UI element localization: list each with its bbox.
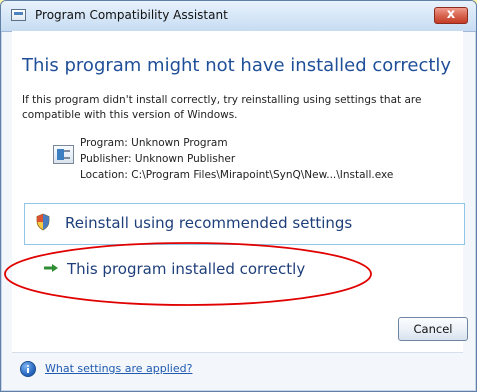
settings-help-link[interactable]: What settings are applied? bbox=[45, 362, 192, 375]
program-name: Program: Unknown Program bbox=[80, 137, 228, 149]
description-text: If this program didn't install correctly… bbox=[22, 94, 422, 121]
window-title: Program Compatibility Assistant bbox=[35, 8, 228, 22]
program-details: Program: Unknown Program Publisher: Unkn… bbox=[80, 135, 393, 183]
program-location: Location: C:\Program Files\Mirapoint\Syn… bbox=[80, 169, 394, 181]
page-title: This program might not have installed co… bbox=[22, 55, 452, 76]
info-icon bbox=[20, 361, 36, 377]
app-icon bbox=[11, 9, 26, 21]
reinstall-option-button[interactable]: Reinstall using recommended settings bbox=[24, 203, 465, 245]
close-button[interactable]: x bbox=[434, 7, 468, 24]
reinstall-option-label: Reinstall using recommended settings bbox=[65, 214, 353, 232]
shield-icon bbox=[36, 213, 50, 231]
cancel-button[interactable]: Cancel bbox=[398, 317, 468, 341]
close-icon: x bbox=[446, 7, 456, 22]
installed-correctly-option[interactable]: This program installed correctly bbox=[24, 250, 465, 290]
arrow-icon bbox=[44, 264, 58, 272]
content-area bbox=[12, 31, 463, 352]
title-bar: Program Compatibility Assistant x bbox=[1, 1, 476, 32]
installed-correctly-label: This program installed correctly bbox=[67, 260, 306, 278]
footer-divider bbox=[12, 352, 463, 353]
program-window-icon bbox=[53, 145, 74, 164]
publisher-name: Publisher: Unknown Publisher bbox=[80, 153, 236, 165]
